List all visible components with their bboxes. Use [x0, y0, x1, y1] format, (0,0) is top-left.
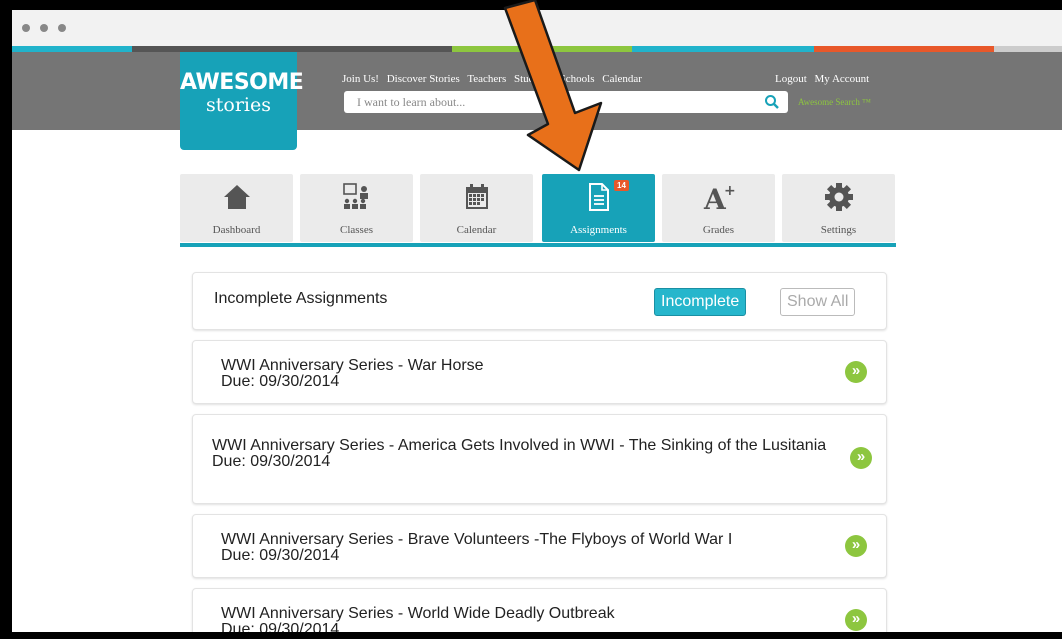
house-icon: [180, 180, 293, 214]
nav-link-calendar[interactable]: Calendar: [602, 73, 642, 85]
document-icon: [542, 180, 655, 214]
assignment-item[interactable]: WWI Anniversary Series - America Gets In…: [192, 414, 887, 504]
assignment-text: WWI Anniversary Series - Brave Volunteer…: [221, 532, 732, 564]
double-chevron-right-icon[interactable]: »: [845, 361, 867, 383]
panel-title: Incomplete Assignments: [214, 290, 388, 307]
tab-settings[interactable]: Settings: [782, 174, 895, 242]
search-icon[interactable]: [764, 94, 780, 110]
tab-label: Dashboard: [212, 224, 261, 236]
nav-link-teachers[interactable]: Teachers: [467, 73, 506, 85]
tab-label: Grades: [702, 224, 735, 236]
assignment-item[interactable]: WWI Anniversary Series - World Wide Dead…: [192, 588, 887, 632]
assignment-text: WWI Anniversary Series - America Gets In…: [212, 438, 852, 470]
classroom-icon: [300, 180, 413, 214]
assignment-due: Due: 09/30/2014: [221, 547, 340, 564]
browser-toolbar: [12, 10, 1062, 47]
tab-label: Assignments: [570, 224, 627, 236]
tabs-underline: [180, 243, 896, 247]
assignment-due: Due: 09/30/2014: [221, 373, 340, 390]
reload-icon[interactable]: [58, 24, 66, 32]
tab-calendar[interactable]: Calendar: [420, 174, 533, 242]
assignment-item[interactable]: WWI Anniversary Series - War Horse Due: …: [192, 340, 887, 404]
assignment-due: Due: 09/30/2014: [221, 621, 340, 633]
assignment-text: WWI Anniversary Series - World Wide Dead…: [221, 605, 615, 633]
assignments-count-badge: 14: [614, 180, 629, 191]
assignment-text: WWI Anniversary Series - War Horse Due: …: [221, 358, 484, 390]
nav-link-join[interactable]: Join Us!: [342, 73, 379, 85]
search-placeholder: I want to learn about...: [357, 95, 466, 109]
assignment-title: WWI Anniversary Series - Brave Volunteer…: [221, 531, 733, 548]
awesome-search-link[interactable]: Awesome Search ™: [798, 97, 871, 107]
search-input[interactable]: I want to learn about...: [344, 91, 788, 113]
assignment-title: WWI Anniversary Series - World Wide Dead…: [221, 605, 615, 622]
double-chevron-right-icon[interactable]: »: [850, 447, 872, 469]
account-links: Logout My Account: [775, 73, 874, 85]
assignment-due: Due: 09/30/2014: [212, 453, 331, 470]
site-logo[interactable]: AWESOME stories: [180, 52, 304, 150]
nav-link-students[interactable]: Students: [514, 73, 552, 85]
gear-icon: [782, 180, 895, 214]
forward-icon[interactable]: [40, 24, 48, 32]
nav-link-discover[interactable]: Discover Stories: [387, 73, 460, 85]
assignments-header-card: Incomplete Assignments Incomplete Show A…: [192, 272, 887, 330]
browser-window: AWESOME stories Join Us! Discover Storie…: [12, 10, 1062, 632]
tab-label: Classes: [340, 224, 373, 236]
logo-text-stories: stories: [206, 94, 271, 116]
assignment-title: WWI Anniversary Series - America Gets In…: [212, 437, 827, 454]
tab-assignments[interactable]: 14 Assignments: [542, 174, 655, 242]
calendar-icon: [420, 180, 533, 214]
assignment-item[interactable]: WWI Anniversary Series - Brave Volunteer…: [192, 514, 887, 578]
double-chevron-right-icon[interactable]: »: [845, 609, 867, 631]
logo-text-awesome: AWESOME: [180, 70, 304, 95]
my-account-link[interactable]: My Account: [815, 73, 870, 85]
double-chevron-right-icon[interactable]: »: [845, 535, 867, 557]
tab-dashboard[interactable]: Dashboard: [180, 174, 293, 242]
assignment-title: WWI Anniversary Series - War Horse: [221, 357, 484, 374]
tab-label: Settings: [820, 224, 857, 236]
incomplete-filter-button[interactable]: Incomplete: [654, 288, 747, 316]
nav-link-schools[interactable]: Schools: [560, 73, 595, 85]
grade-a-plus-icon: A +: [662, 180, 775, 214]
top-nav-links: Join Us! Discover Stories Teachers Stude…: [342, 73, 647, 85]
logout-link[interactable]: Logout: [775, 73, 807, 85]
tab-grades[interactable]: A + Grades: [662, 174, 775, 242]
back-icon[interactable]: [22, 24, 30, 32]
tab-label: Calendar: [456, 224, 497, 236]
svg-text:+: +: [724, 183, 736, 199]
show-all-filter-button[interactable]: Show All: [780, 288, 856, 316]
tab-classes[interactable]: Classes: [300, 174, 413, 242]
